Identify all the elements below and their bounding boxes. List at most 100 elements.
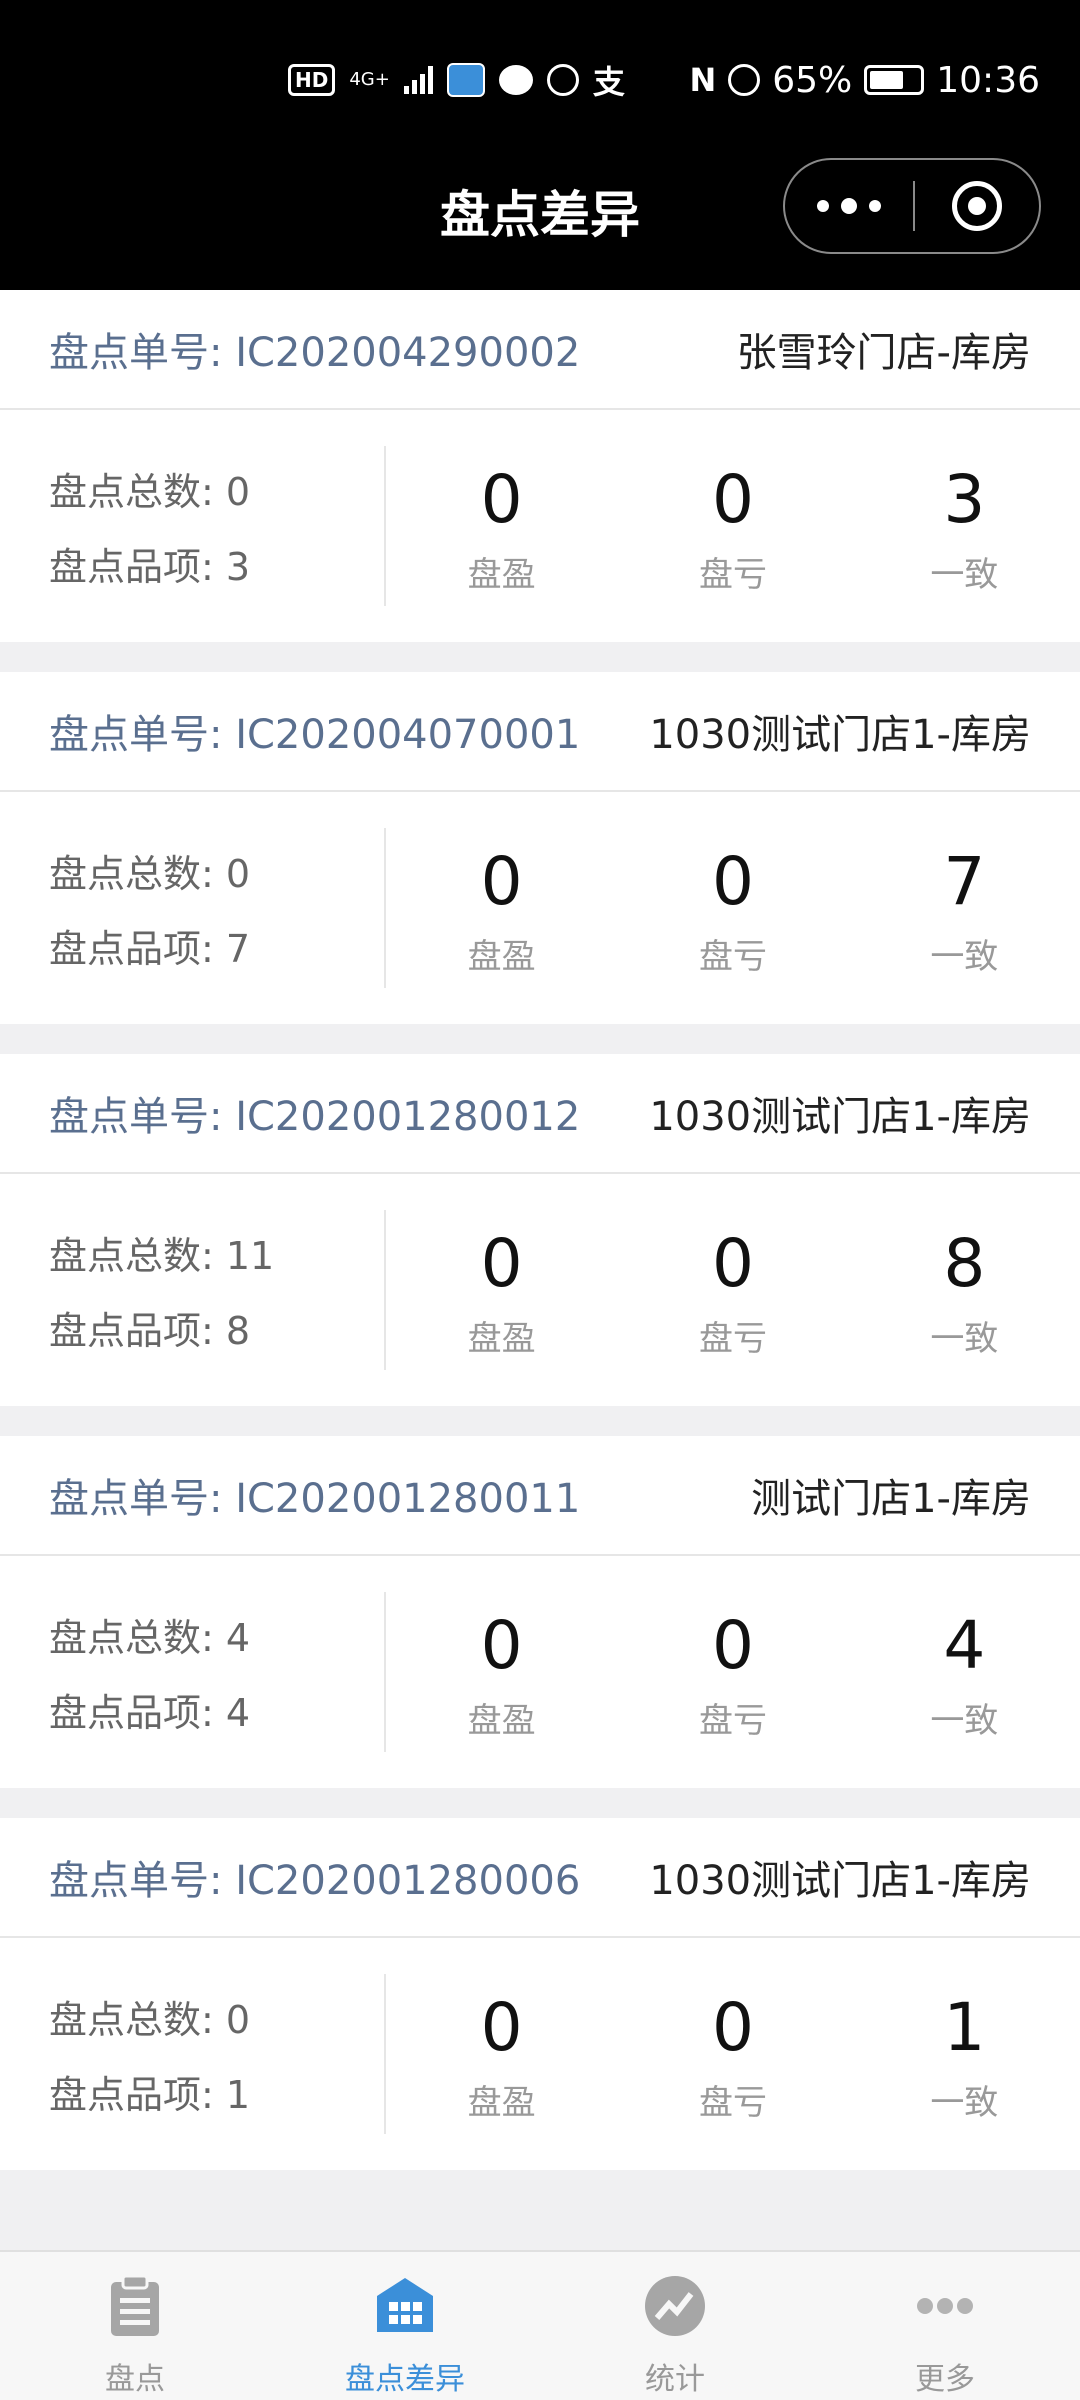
loss-metric: 0 盘亏 [617, 457, 848, 596]
surplus-value: 0 [480, 1988, 523, 2066]
alarm-icon [728, 64, 761, 96]
record-metrics: 0 盘盈 0 盘亏 8 一致 [386, 1221, 1080, 1360]
surplus-metric: 0 盘盈 [386, 1603, 617, 1742]
inventory-record-card[interactable]: 盘点单号: IC202001280006 1030测试门店1-库房 盘点总数: … [0, 1818, 1080, 2170]
loss-metric: 0 盘亏 [617, 1603, 848, 1742]
battery-percent: 65% [772, 59, 853, 101]
record-body: 盘点总数: 4 盘点品项: 4 0 盘盈 0 盘亏 4 一致 [0, 1556, 1080, 1788]
record-summary: 盘点总数: 0 盘点品项: 7 [0, 828, 386, 988]
tab-label: 盘点差异 [345, 2362, 465, 2397]
record-body: 盘点总数: 0 盘点品项: 1 0 盘盈 0 盘亏 1 一致 [0, 1938, 1080, 2170]
tab-more[interactable]: 更多 [810, 2252, 1080, 2400]
tab-label: 盘点 [105, 2362, 165, 2397]
total-count: 盘点总数: 4 [49, 1616, 251, 1660]
inventory-record-card[interactable]: 盘点单号: IC202001280012 1030测试门店1-库房 盘点总数: … [0, 1054, 1080, 1406]
surplus-label: 盘盈 [467, 2082, 536, 2123]
tab-label: 统计 [645, 2362, 705, 2397]
inventory-record-card[interactable]: 盘点单号: IC202001280011 测试门店1-库房 盘点总数: 4 盘点… [0, 1436, 1080, 1788]
surplus-value: 0 [480, 1606, 523, 1684]
match-label: 一致 [930, 554, 999, 595]
loss-value: 0 [711, 460, 754, 538]
record-summary: 盘点总数: 11 盘点品项: 8 [0, 1210, 386, 1370]
match-value: 3 [943, 460, 986, 538]
inventory-diff-list: 盘点单号: IC202004290002 张雪玲门店-库房 盘点总数: 0 盘点… [0, 290, 1080, 2200]
order-number: 盘点单号: IC202004070001 [49, 712, 581, 758]
record-summary: 盘点总数: 0 盘点品项: 3 [0, 446, 386, 606]
status-left-icons: HD 4G+ 支 [288, 56, 625, 104]
item-count: 盘点品项: 8 [49, 1309, 251, 1353]
tab-inventory[interactable]: 盘点 [0, 2252, 270, 2400]
match-metric: 7 一致 [849, 839, 1080, 978]
record-header: 盘点单号: IC202004070001 1030测试门店1-库房 [0, 672, 1080, 792]
surplus-metric: 0 盘盈 [386, 457, 617, 596]
record-header: 盘点单号: IC202001280011 测试门店1-库房 [0, 1436, 1080, 1556]
store-name: 1030测试门店1-库房 [649, 1094, 1031, 1140]
record-body: 盘点总数: 0 盘点品项: 7 0 盘盈 0 盘亏 7 一致 [0, 792, 1080, 1024]
loss-value: 0 [711, 1224, 754, 1302]
more-dots-icon [917, 2298, 973, 2314]
loss-metric: 0 盘亏 [617, 1985, 848, 2124]
order-number: 盘点单号: IC202001280006 [49, 1858, 581, 1904]
item-count: 盘点品项: 4 [49, 1691, 251, 1735]
match-value: 7 [943, 842, 986, 920]
match-value: 4 [943, 1606, 986, 1684]
match-metric: 4 一致 [849, 1603, 1080, 1742]
battery-icon [864, 65, 925, 95]
total-count: 盘点总数: 0 [49, 1998, 251, 2042]
loss-metric: 0 盘亏 [617, 1221, 848, 1360]
match-metric: 3 一致 [849, 457, 1080, 596]
store-name: 1030测试门店1-库房 [649, 712, 1031, 758]
item-count: 盘点品项: 1 [49, 2073, 251, 2117]
loss-label: 盘亏 [698, 936, 767, 977]
status-bar: HD 4G+ 支 N 65% 10:36 [0, 0, 1080, 160]
close-mini-program-button[interactable] [915, 181, 1039, 231]
network-type: 4G+ [349, 69, 390, 90]
record-header: 盘点单号: IC202001280006 1030测试门店1-库房 [0, 1818, 1080, 1938]
item-count: 盘点品项: 7 [49, 927, 251, 971]
match-label: 一致 [930, 1700, 999, 1741]
total-count: 盘点总数: 0 [49, 470, 251, 514]
record-body: 盘点总数: 11 盘点品项: 8 0 盘盈 0 盘亏 8 一致 [0, 1174, 1080, 1406]
surplus-label: 盘盈 [467, 936, 536, 977]
target-icon [952, 181, 1002, 231]
total-count: 盘点总数: 0 [49, 852, 251, 896]
match-value: 8 [943, 1224, 986, 1302]
tab-statistics[interactable]: 统计 [540, 2252, 810, 2400]
chart-icon [645, 2276, 705, 2336]
item-count: 盘点品项: 3 [49, 545, 251, 589]
surplus-metric: 0 盘盈 [386, 839, 617, 978]
match-metric: 1 一致 [849, 1985, 1080, 2124]
store-name: 张雪玲门店-库房 [736, 330, 1031, 376]
loss-label: 盘亏 [698, 2082, 767, 2123]
inventory-record-card[interactable]: 盘点单号: IC202004290002 张雪玲门店-库房 盘点总数: 0 盘点… [0, 290, 1080, 642]
record-header: 盘点单号: IC202004290002 张雪玲门店-库房 [0, 290, 1080, 410]
loss-value: 0 [711, 842, 754, 920]
match-value: 1 [943, 1988, 986, 2066]
record-metrics: 0 盘盈 0 盘亏 7 一致 [386, 839, 1080, 978]
inventory-record-card[interactable]: 盘点单号: IC202004070001 1030测试门店1-库房 盘点总数: … [0, 672, 1080, 1024]
order-number: 盘点单号: IC202001280011 [49, 1476, 581, 1522]
order-number: 盘点单号: IC202004290002 [49, 330, 581, 376]
loss-label: 盘亏 [698, 1318, 767, 1359]
loss-metric: 0 盘亏 [617, 839, 848, 978]
record-metrics: 0 盘盈 0 盘亏 3 一致 [386, 457, 1080, 596]
grid-icon [377, 2278, 433, 2332]
record-metrics: 0 盘盈 0 盘亏 1 一致 [386, 1985, 1080, 2124]
record-header: 盘点单号: IC202001280012 1030测试门店1-库房 [0, 1054, 1080, 1174]
more-menu-button[interactable] [785, 160, 913, 252]
hd-icon: HD [288, 64, 336, 96]
total-count: 盘点总数: 11 [49, 1234, 275, 1278]
clock: 10:36 [936, 59, 1040, 101]
hand-icon [546, 64, 579, 96]
tab-inventory-diff[interactable]: 盘点差异 [270, 2252, 540, 2400]
bottom-tab-bar: 盘点 盘点差异 统计 更多 [0, 2250, 1080, 2400]
order-number: 盘点单号: IC202001280012 [49, 1094, 581, 1140]
record-summary: 盘点总数: 0 盘点品项: 1 [0, 1974, 386, 2134]
surplus-value: 0 [480, 460, 523, 538]
tab-label: 更多 [915, 2362, 975, 2397]
surplus-metric: 0 盘盈 [386, 1985, 617, 2124]
nfc-icon: N [689, 61, 717, 99]
record-body: 盘点总数: 0 盘点品项: 3 0 盘盈 0 盘亏 3 一致 [0, 410, 1080, 642]
mini-program-capsule [783, 158, 1041, 254]
surplus-value: 0 [480, 1224, 523, 1302]
